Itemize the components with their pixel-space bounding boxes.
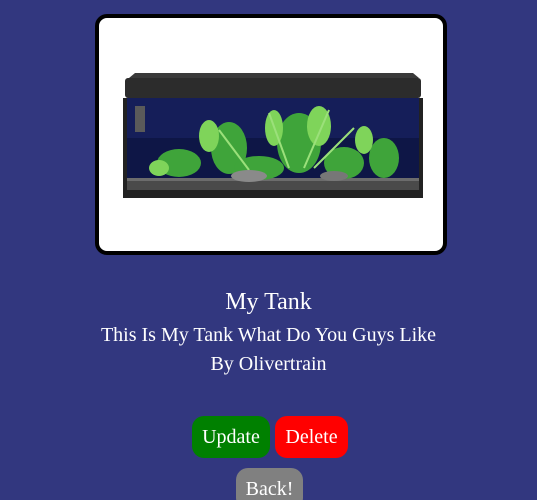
delete-button[interactable]: Delete bbox=[275, 416, 348, 458]
tank-title: My Tank bbox=[225, 289, 312, 315]
tank-author: By Olivertrain bbox=[210, 353, 327, 375]
aquarium-image bbox=[123, 73, 423, 198]
tank-image-frame bbox=[95, 14, 447, 255]
tank-description: This Is My Tank What Do You Guys Like bbox=[100, 324, 437, 346]
back-button[interactable]: Back! bbox=[236, 468, 303, 500]
update-button[interactable]: Update bbox=[192, 416, 270, 458]
tank-detail-page: My Tank This Is My Tank What Do You Guys… bbox=[0, 0, 537, 500]
